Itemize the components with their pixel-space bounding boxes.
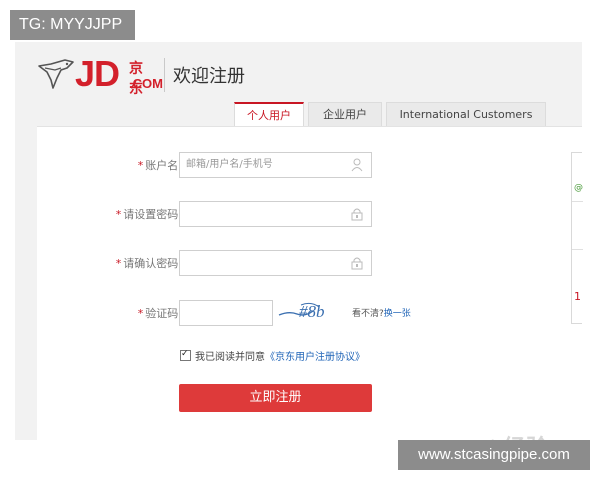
captcha-label: * 验证码:: [138, 300, 182, 328]
username-label: * 账户名:: [138, 152, 182, 180]
side-panel-divider: [572, 249, 583, 250]
site-watermark: www.stcasingpipe.com: [398, 440, 590, 470]
captcha-hint-text: 看不清?: [352, 309, 384, 319]
lock-icon: [351, 208, 363, 221]
header-divider: [164, 58, 165, 92]
logo-com-text: .COM: [129, 76, 163, 91]
required-mark: *: [137, 307, 144, 320]
captcha-image[interactable]: #8b: [277, 297, 337, 325]
required-mark: *: [115, 208, 122, 221]
password-label: * 请设置密码:: [116, 201, 182, 229]
agreement: 我已阅读并同意《京东用户注册协议》: [180, 347, 365, 365]
confirm-password-label-text: 请确认密码:: [123, 257, 182, 270]
confirm-password-input[interactable]: [179, 250, 372, 276]
agreement-text: 我已阅读并同意: [195, 352, 265, 363]
tab-enterprise-user[interactable]: 企业用户: [308, 102, 382, 126]
username-row: * 账户名:: [37, 152, 182, 180]
captcha-row: * 验证码:: [37, 300, 182, 328]
username-input[interactable]: 邮箱/用户名/手机号: [179, 152, 372, 178]
confirm-password-row: * 请确认密码:: [37, 250, 182, 278]
tab-personal-user[interactable]: 个人用户: [234, 102, 304, 126]
required-mark: *: [137, 159, 144, 172]
page-title: 欢迎注册: [173, 66, 245, 87]
agreement-checkbox[interactable]: [180, 347, 191, 361]
user-icon: [351, 158, 363, 172]
tab-international-customers[interactable]: International Customers: [386, 102, 546, 126]
captcha-label-text: 验证码:: [145, 307, 182, 320]
side-panel-green-mark: @: [574, 183, 583, 193]
tg-tag-overlay: TG: MYYJJPP: [10, 10, 135, 40]
password-input[interactable]: [179, 201, 372, 227]
header: JD 京东 .COM 欢迎注册: [15, 42, 582, 104]
captcha-input[interactable]: [179, 300, 273, 326]
username-placeholder: 邮箱/用户名/手机号: [186, 159, 273, 170]
jd-dog-mascot-icon: [38, 59, 74, 89]
logo-jd-text: JD: [75, 53, 120, 94]
registration-page: JD 京东 .COM 欢迎注册 个人用户 企业用户 International …: [15, 42, 583, 460]
registration-form: * 账户名: 邮箱/用户名/手机号 * 请设置密码: * 请确认密码: * 验证…: [37, 126, 582, 441]
password-label-text: 请设置密码:: [123, 208, 182, 221]
username-label-text: 账户名:: [145, 159, 182, 172]
required-mark: *: [115, 257, 122, 270]
side-panel: @ 1: [571, 152, 583, 324]
agreement-link[interactable]: 《京东用户注册协议》: [265, 352, 365, 363]
register-button[interactable]: 立即注册: [179, 384, 372, 412]
side-panel-red-mark: 1: [574, 290, 581, 303]
password-row: * 请设置密码:: [37, 201, 182, 229]
refresh-captcha-link[interactable]: 换一张: [384, 309, 411, 319]
lock-icon: [351, 257, 363, 270]
side-panel-divider: [572, 201, 583, 202]
confirm-password-label: * 请确认密码:: [116, 250, 182, 278]
captcha-hint: 看不清?换一张: [352, 300, 411, 328]
